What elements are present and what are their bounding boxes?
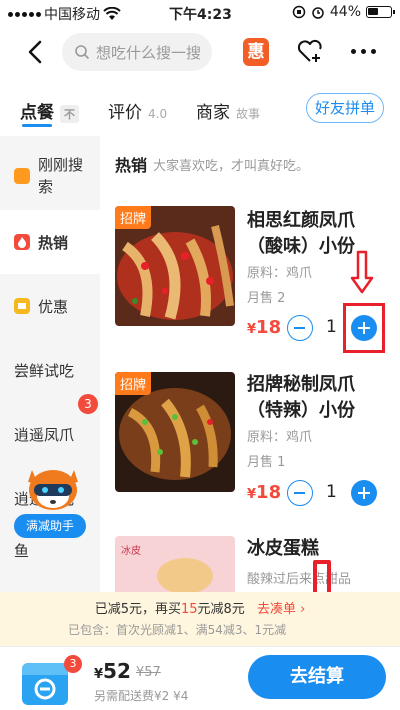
product-material: 原料：鸡爪 [247, 430, 313, 445]
tab-merchant[interactable]: 商家 故事 [196, 98, 260, 123]
signature-badge: 招牌 [115, 372, 152, 395]
sidebar-item-label: 优惠 [38, 298, 69, 316]
tab-label: 评价 [108, 103, 142, 123]
checkout-button[interactable]: 去结算 [248, 655, 386, 699]
battery-percent: 44% [329, 4, 361, 20]
sidebar-item-trial[interactable]: 尝鲜试吃 [0, 338, 100, 402]
decrease-quantity-button[interactable] [287, 480, 313, 506]
tab-tag: 不 [60, 105, 79, 123]
quantity-value: 1 [326, 482, 337, 502]
product-sales: 月售 2 [247, 291, 286, 306]
alarm-icon [312, 7, 324, 19]
search-icon [75, 45, 90, 60]
total-value: 52 [103, 659, 131, 683]
original-price: ¥57 [136, 665, 161, 680]
tab-order[interactable]: 点餐 不 [20, 98, 79, 123]
tab-score: 4.0 [148, 107, 168, 121]
discount-summary: 已减5元，再买15元减8元 去凑单 › [0, 598, 400, 617]
down-arrow-annotation-icon [350, 250, 374, 294]
cake-photo: 冰皮 [115, 536, 235, 592]
discount-banner: 已减5元，再买15元减8元 去凑单 › 已包含：首次光顾减1、满54减3、1元减 [0, 592, 400, 646]
more-icon[interactable] [351, 49, 376, 54]
signal-icon [8, 11, 41, 17]
section-title: 热销 [115, 156, 148, 175]
discount-helper-button[interactable]: 满减助手 [14, 514, 86, 538]
price-value: 18 [256, 317, 282, 338]
back-arrow-icon[interactable] [22, 38, 50, 66]
flame-icon [14, 234, 30, 250]
product-material: 原料：鸡爪 [247, 266, 313, 281]
search-placeholder: 想吃什么搜一搜 [96, 43, 202, 62]
sidebar-item-label: 逍遥凤爪 [14, 426, 75, 444]
sidebar-item-chicken-feet[interactable]: 逍遥凤爪 3 [0, 394, 100, 466]
tab-reviews[interactable]: 评价 4.0 [108, 98, 167, 123]
quantity-value: 1 [326, 317, 337, 337]
cart-icon[interactable] [22, 663, 68, 705]
signature-badge: 招牌 [115, 206, 152, 229]
product-price: ¥18 [247, 482, 281, 503]
product-sales: 月售 1 [247, 455, 286, 470]
discount-text: 已减5元，再买 [94, 602, 181, 617]
search-input[interactable]: 想吃什么搜一搜 [62, 33, 212, 71]
cart-logo-icon [34, 678, 56, 700]
favorite-heart-plus-icon[interactable] [296, 37, 324, 65]
currency-symbol: ¥ [94, 667, 104, 682]
mascot-image[interactable] [18, 460, 88, 520]
discount-text: 元减8元 [197, 602, 245, 617]
sidebar-item-label: 尝鲜试吃 [14, 362, 75, 380]
wifi-icon [103, 7, 121, 20]
product-price: ¥18 [247, 317, 281, 338]
clock: 下午4:23 [169, 7, 232, 23]
section-subtitle: 大家喜欢吃，才叫真好吃。 [153, 159, 310, 174]
total-price: ¥52 [94, 659, 131, 683]
sidebar-item-hot[interactable]: 热销 [0, 210, 100, 274]
product-image[interactable]: 招牌 [115, 206, 235, 326]
status-bar: 中国移动 下午4:23 44% [0, 0, 400, 26]
carrier-info: 中国移动 [8, 4, 121, 24]
battery-icon [366, 6, 395, 18]
tab-label: 商家 [196, 103, 230, 123]
increase-quantity-button[interactable] [351, 480, 377, 506]
sidebar-item-discount[interactable]: 优惠 [0, 274, 100, 338]
product-image[interactable]: 冰皮 [115, 536, 235, 592]
discount-icon [14, 298, 30, 314]
sidebar-count-badge: 3 [78, 394, 98, 414]
add-more-link[interactable]: 去凑单 [257, 602, 296, 617]
product-name[interactable]: 冰皮蛋糕 [247, 536, 387, 562]
sidebar-item-label: 热销 [38, 234, 69, 252]
checkout-bar: 3 ¥52 ¥57 另需配送费¥2 ¥4 去结算 [0, 646, 400, 710]
search-history-icon [14, 168, 30, 184]
sidebar-item-label: 刚刚搜索 [38, 156, 84, 196]
tab-tag: 故事 [236, 107, 261, 121]
decrease-quantity-button[interactable] [287, 315, 313, 341]
discount-details: 已包含：首次光顾减1、满54减3、1元减 [68, 623, 287, 637]
currency-symbol: ¥ [247, 487, 257, 502]
chevron-right-icon: › [295, 602, 306, 617]
active-tab-indicator [22, 124, 52, 127]
tab-label: 点餐 [20, 103, 54, 123]
status-right: 44% [292, 4, 395, 20]
carrier-name: 中国移动 [44, 7, 100, 23]
cart-count-badge: 3 [64, 655, 82, 673]
svg-text:冰皮: 冰皮 [121, 544, 141, 557]
sidebar-item-recent-search[interactable]: 刚刚搜索 [0, 136, 100, 210]
product-image[interactable]: 招牌 [115, 372, 235, 492]
coupon-button[interactable]: 惠 [243, 38, 269, 66]
delivery-fee: 另需配送费¥2 ¥4 [94, 689, 189, 703]
highlight-box [343, 303, 385, 353]
product-name[interactable]: 招牌秘制凤爪（特辣）小份 [247, 372, 387, 424]
sidebar-item-label: 鱼 [14, 542, 30, 560]
currency-symbol: ¥ [247, 322, 257, 337]
orientation-lock-icon [292, 5, 306, 19]
discount-amount: 15 [180, 602, 198, 617]
category-sidebar: 刚刚搜索 热销 优惠 尝鲜试吃 逍遥凤爪 3 逍遥凤吃 鱼 [0, 136, 100, 646]
group-order-button[interactable]: 好友拼单 [306, 93, 384, 123]
price-value: 18 [256, 482, 282, 503]
